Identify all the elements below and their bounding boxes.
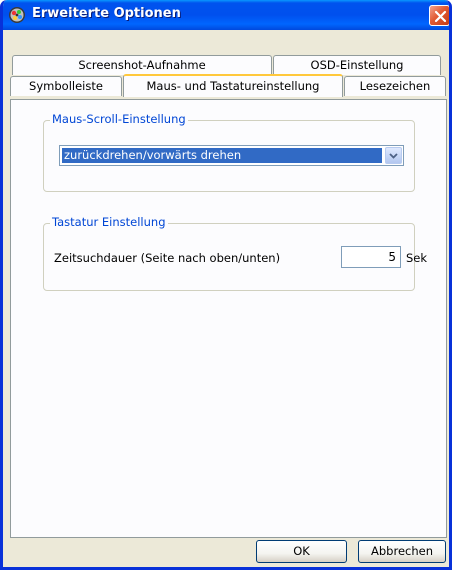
- seek-duration-input[interactable]: 5: [341, 246, 401, 268]
- keyboard-group: Tastatur Einstellung Zeitsuchdauer (Seit…: [43, 215, 427, 291]
- tab-maus-und-tastatureinstellung[interactable]: Maus- und Tastatureinstellung: [123, 74, 343, 97]
- tab-lesezeichen[interactable]: Lesezeichen: [344, 76, 446, 96]
- window-title: Erweiterte Optionen: [32, 6, 181, 21]
- dialog-body: Screenshot-Aufnahme OSD-Einstellung Symb…: [3, 30, 449, 567]
- title-bar[interactable]: Erweiterte Optionen: [3, 0, 449, 30]
- mouse-scroll-group-title: Maus-Scroll-Einstellung: [50, 112, 188, 126]
- ok-button[interactable]: OK: [256, 540, 347, 563]
- tab-symbolleiste[interactable]: Symbolleiste: [10, 76, 122, 96]
- scroll-mode-dropdown[interactable]: zurückdrehen/vorwärts drehen: [59, 145, 404, 166]
- tab-label: OSD-Einstellung: [310, 58, 404, 72]
- tab-screenshot-aufnahme[interactable]: Screenshot-Aufnahme: [12, 55, 272, 75]
- tab-osd-einstellung[interactable]: OSD-Einstellung: [273, 55, 441, 75]
- dropdown-button[interactable]: [385, 147, 402, 164]
- dialog-window: Erweiterte Optionen Screenshot-Aufnahme …: [0, 0, 452, 570]
- app-icon: [8, 6, 26, 24]
- cancel-button[interactable]: Abbrechen: [358, 540, 446, 563]
- keyboard-group-title: Tastatur Einstellung: [50, 215, 168, 229]
- tab-label: Lesezeichen: [359, 79, 431, 93]
- scroll-mode-value: zurückdrehen/vorwärts drehen: [62, 148, 382, 163]
- close-icon: [434, 10, 447, 23]
- close-button[interactable]: [429, 5, 449, 26]
- seek-duration-unit: Sek: [406, 251, 428, 265]
- tab-panel: Maus-Scroll-Einstellung zurückdrehen/vor…: [10, 99, 447, 538]
- mouse-scroll-group: Maus-Scroll-Einstellung zurückdrehen/vor…: [43, 112, 415, 192]
- tab-label: Symbolleiste: [29, 79, 103, 93]
- tab-label: Maus- und Tastatureinstellung: [146, 79, 320, 93]
- chevron-down-icon: [389, 153, 398, 159]
- seek-duration-label: Zeitsuchdauer (Seite nach oben/unten): [54, 251, 281, 265]
- tab-label: Screenshot-Aufnahme: [78, 58, 206, 72]
